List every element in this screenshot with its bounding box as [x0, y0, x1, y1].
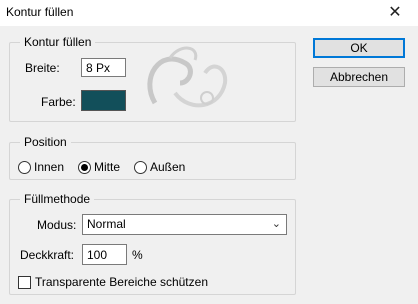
radio-outside[interactable] — [134, 161, 147, 174]
chevron-down-icon[interactable]: ⌄ — [272, 215, 281, 234]
title-bar: Kontur füllen ✕ — [0, 0, 418, 26]
stroke-group-legend: Kontur füllen — [20, 35, 96, 49]
preserve-transparency-label[interactable]: Transparente Bereiche schützen — [35, 275, 208, 289]
watermark-ornament — [147, 46, 228, 108]
radio-center-label[interactable]: Mitte — [94, 160, 120, 174]
ok-button[interactable]: OK — [313, 38, 405, 58]
mode-select-value: Normal — [87, 217, 126, 231]
preserve-transparency-checkbox[interactable] — [18, 276, 31, 289]
radio-inside[interactable] — [18, 161, 31, 174]
color-swatch[interactable] — [81, 90, 126, 111]
width-label: Breite: — [25, 61, 60, 75]
blend-group-legend: Füllmethode — [20, 192, 95, 206]
opacity-unit: % — [132, 248, 143, 262]
dialog-title: Kontur füllen — [6, 5, 74, 19]
mode-select[interactable]: Normal ⌄ — [82, 214, 287, 235]
radio-inside-label[interactable]: Innen — [34, 160, 64, 174]
radio-center[interactable] — [78, 161, 91, 174]
width-input[interactable]: 8 Px — [81, 58, 126, 77]
radio-center-dot — [81, 164, 88, 171]
opacity-label: Deckkraft: — [20, 248, 75, 262]
opacity-input[interactable]: 100 — [82, 244, 127, 265]
cancel-button[interactable]: Abbrechen — [313, 67, 405, 87]
radio-outside-label[interactable]: Außen — [150, 160, 185, 174]
close-icon[interactable]: ✕ — [386, 2, 404, 22]
color-label: Farbe: — [41, 95, 76, 109]
position-group-legend: Position — [20, 135, 71, 149]
mode-label: Modus: — [37, 218, 77, 232]
